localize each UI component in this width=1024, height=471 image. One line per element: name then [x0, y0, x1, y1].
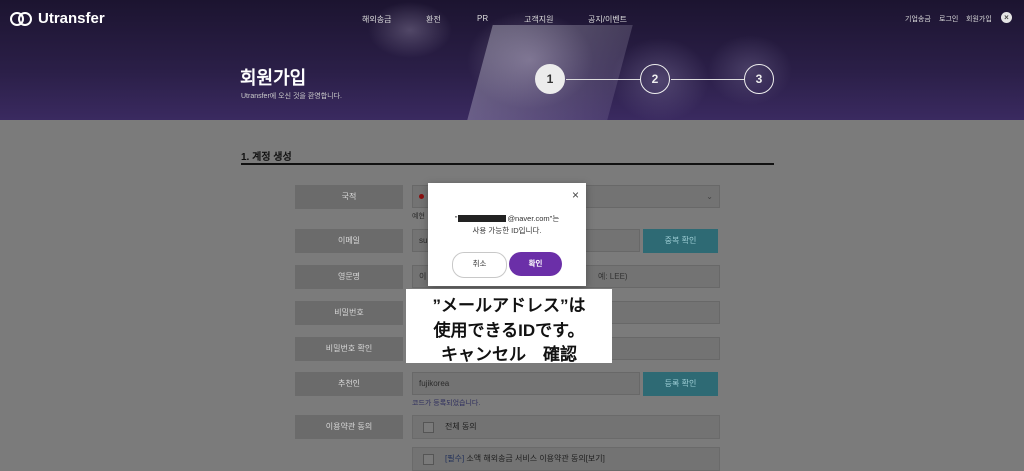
step-1: 1 — [535, 64, 565, 94]
terms-required-text: [필수] 소액 해외송금 서비스 이용약관 동의[보기] — [445, 448, 605, 470]
country-label: 국적 — [295, 185, 403, 209]
caption-line-2: 使用できるIDです。 — [433, 321, 585, 340]
step-3: 3 — [744, 64, 774, 94]
caption-line-1: ”メールアドレス”は — [432, 296, 586, 315]
check-duplicate-button[interactable]: 중복 확인 — [643, 229, 718, 253]
nav-item-notice[interactable]: 공지/이벤트 — [588, 14, 627, 25]
nav-item-exchange[interactable]: 환전 — [426, 14, 441, 25]
section-title: 1. 계정 생성 — [241, 152, 292, 163]
referrer-note: 코드가 등록되었습니다. — [412, 400, 481, 407]
section-divider — [241, 163, 774, 165]
email-label: 이메일 — [295, 229, 403, 253]
nav-item-pr[interactable]: PR — [477, 14, 488, 23]
top-nav: 해외송금 환전 PR 고객지원 공지/이벤트 기업송금 로그인 회원가입 — [0, 14, 1024, 28]
terms-label: 이용약관 동의 — [295, 415, 403, 439]
step-connector — [671, 79, 744, 80]
close-icon[interactable]: × — [1001, 12, 1012, 23]
checkbox[interactable] — [423, 422, 434, 433]
nav-item-support[interactable]: 고객지원 — [524, 14, 553, 25]
chevron-down-icon: ⌄ — [706, 192, 713, 201]
password-label: 비밀번호 — [295, 301, 403, 325]
util-login[interactable]: 로그인 — [939, 14, 958, 24]
country-note: 예현 — [412, 213, 425, 220]
id-available-dialog: × " @naver.com"는 사용 가능한 ID입니다. 취소 확인 — [428, 183, 586, 286]
english-name-placeholder: 이 — [419, 272, 427, 281]
dialog-quote: " — [454, 214, 458, 223]
dialog-email-domain: @naver.com"는 — [507, 214, 560, 223]
step-connector — [566, 79, 640, 80]
terms-required-row[interactable]: [필수] 소액 해외송금 서비스 이용약관 동의[보기] — [412, 447, 720, 471]
redacted-email — [458, 215, 507, 222]
util-signup[interactable]: 회원가입 — [966, 14, 992, 24]
register-code-button[interactable]: 등록 확인 — [643, 372, 718, 396]
dialog-message-line1: " @naver.com"는 — [428, 213, 586, 224]
english-name-label: 영문명 — [295, 265, 403, 289]
english-name-hint: 예: LEE) — [598, 272, 628, 281]
caption-line-3: キャンセル 確認 — [441, 345, 577, 364]
terms-required-tag: [필수] — [445, 454, 465, 463]
page-title: 회원가입 — [240, 68, 307, 88]
dialog-message-line2: 사용 가능한 ID입니다. — [472, 226, 542, 235]
terms-all-text: 전체 동의 — [445, 422, 477, 431]
page-subtitle: Utransfer에 오신 것을 환영합니다. — [241, 93, 342, 100]
terms-required-label: 소액 해외송금 서비스 이용약관 동의[보기] — [466, 454, 605, 463]
step-2: 2 — [640, 64, 670, 94]
close-icon[interactable]: × — [572, 189, 579, 201]
flag-icon — [419, 194, 424, 199]
referrer-field[interactable]: fujikorea — [412, 372, 640, 395]
checkbox[interactable] — [423, 454, 434, 465]
util-business[interactable]: 기업송금 — [905, 14, 931, 24]
confirm-button[interactable]: 확인 — [509, 252, 562, 276]
translation-caption: ”メールアドレス”は 使用できるIDです。 キャンセル 確認 — [406, 289, 612, 364]
cancel-button[interactable]: 취소 — [452, 252, 507, 278]
referrer-label: 추천인 — [295, 372, 403, 396]
nav-item-remittance[interactable]: 해외송금 — [362, 14, 391, 25]
terms-all-row[interactable]: 전체 동의 — [412, 415, 720, 439]
password-confirm-label: 비밀번호 확인 — [295, 337, 403, 361]
